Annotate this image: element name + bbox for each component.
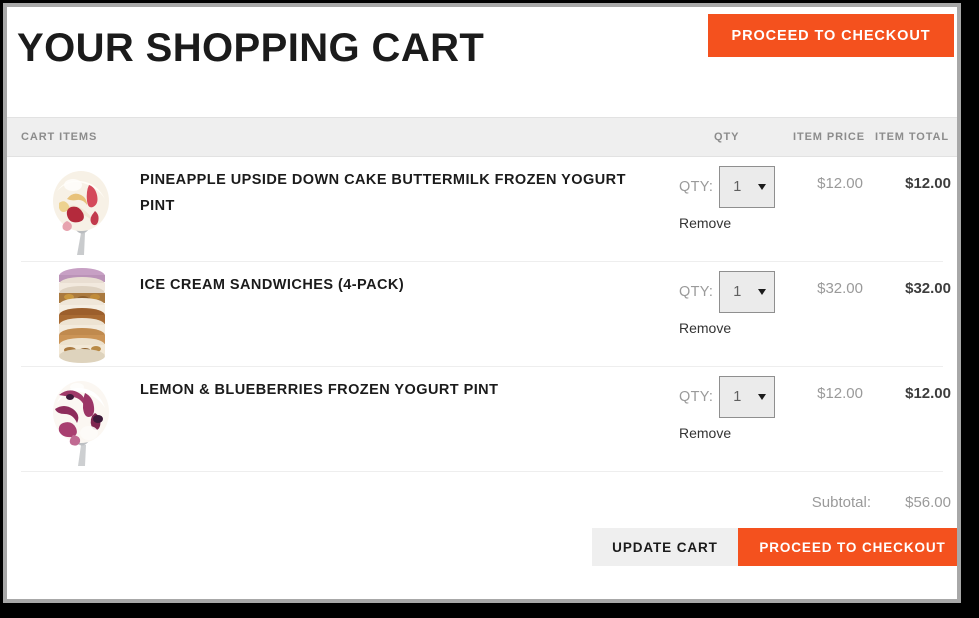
item-total: $32.00 <box>905 280 951 297</box>
quantity-stepper[interactable]: 1 <box>719 166 776 208</box>
product-title[interactable]: ICE CREAM SANDWICHES (4-PACK) <box>140 272 660 298</box>
shopping-cart-page: YOUR SHOPPING CART PROCEED TO CHECKOUT C… <box>7 7 957 599</box>
chevron-down-icon <box>758 184 767 190</box>
quantity-controls: QTY: 1 Remove <box>679 165 809 233</box>
ice-cream-sandwich-stack-icon <box>59 268 105 363</box>
item-price: $12.00 <box>817 385 863 402</box>
product-title[interactable]: LEMON & BLUEBERRIES FROZEN YOGURT PINT <box>140 377 660 403</box>
product-thumbnail[interactable] <box>37 264 127 364</box>
item-price: $12.00 <box>817 175 863 192</box>
cart-subtotal: Subtotal: $56.00 <box>21 472 951 524</box>
remove-item-link[interactable]: Remove <box>679 320 731 336</box>
product-thumbnail[interactable] <box>37 369 127 469</box>
quantity-row: QTY: 1 <box>679 270 809 314</box>
frozen-yogurt-scoop-pineapple-icon <box>53 171 109 255</box>
column-header-item-price: ITEM PRICE <box>793 131 865 143</box>
quantity-controls: QTY: 1 Remove <box>679 375 809 443</box>
proceed-to-checkout-button-top[interactable]: PROCEED TO CHECKOUT <box>708 14 954 57</box>
table-row: ICE CREAM SANDWICHES (4-PACK) QTY: 1 Rem… <box>21 262 951 367</box>
quantity-stepper[interactable]: 1 <box>719 376 776 418</box>
cart-footer-actions: UPDATE CART PROCEED TO CHECKOUT <box>21 524 957 584</box>
quantity-row: QTY: 1 <box>679 375 809 419</box>
cart-page-header: YOUR SHOPPING CART PROCEED TO CHECKOUT <box>7 7 957 117</box>
browser-viewport-frame: YOUR SHOPPING CART PROCEED TO CHECKOUT C… <box>3 3 961 603</box>
column-header-qty: QTY <box>714 131 740 143</box>
product-thumbnail[interactable] <box>37 159 127 259</box>
subtotal-label: Subtotal: <box>811 494 871 511</box>
item-total: $12.00 <box>905 385 951 402</box>
chevron-down-icon <box>758 394 767 400</box>
remove-item-link[interactable]: Remove <box>679 425 731 441</box>
cart-table-header-row: CART ITEMS QTY ITEM PRICE ITEM TOTAL <box>7 117 957 157</box>
chevron-down-icon <box>758 289 767 295</box>
quantity-value: 1 <box>733 179 742 195</box>
quantity-stepper[interactable]: 1 <box>719 271 776 313</box>
table-row: PINEAPPLE UPSIDE DOWN CAKE BUTTERMILK FR… <box>21 157 951 262</box>
qty-label: QTY: <box>679 389 714 405</box>
quantity-value: 1 <box>733 284 742 300</box>
quantity-row: QTY: 1 <box>679 165 809 209</box>
frozen-yogurt-scoop-blueberry-icon <box>53 381 109 466</box>
product-title[interactable]: PINEAPPLE UPSIDE DOWN CAKE BUTTERMILK FR… <box>140 167 660 219</box>
quantity-controls: QTY: 1 Remove <box>679 270 809 338</box>
qty-label: QTY: <box>679 179 714 195</box>
item-total: $12.00 <box>905 175 951 192</box>
remove-item-link[interactable]: Remove <box>679 215 731 231</box>
table-row: LEMON & BLUEBERRIES FROZEN YOGURT PINT Q… <box>21 367 951 472</box>
screenshot-root: YOUR SHOPPING CART PROCEED TO CHECKOUT C… <box>0 0 979 618</box>
cart-items-list: PINEAPPLE UPSIDE DOWN CAKE BUTTERMILK FR… <box>7 157 957 472</box>
item-price: $32.00 <box>817 280 863 297</box>
quantity-value: 1 <box>733 389 742 405</box>
update-cart-button[interactable]: UPDATE CART <box>592 528 738 566</box>
subtotal-value: $56.00 <box>905 494 951 511</box>
column-header-cart-items: CART ITEMS <box>21 131 98 143</box>
proceed-to-checkout-button-bottom[interactable]: PROCEED TO CHECKOUT <box>738 528 957 566</box>
page-title: YOUR SHOPPING CART <box>17 26 485 70</box>
column-header-item-total: ITEM TOTAL <box>875 131 949 143</box>
qty-label: QTY: <box>679 284 714 300</box>
